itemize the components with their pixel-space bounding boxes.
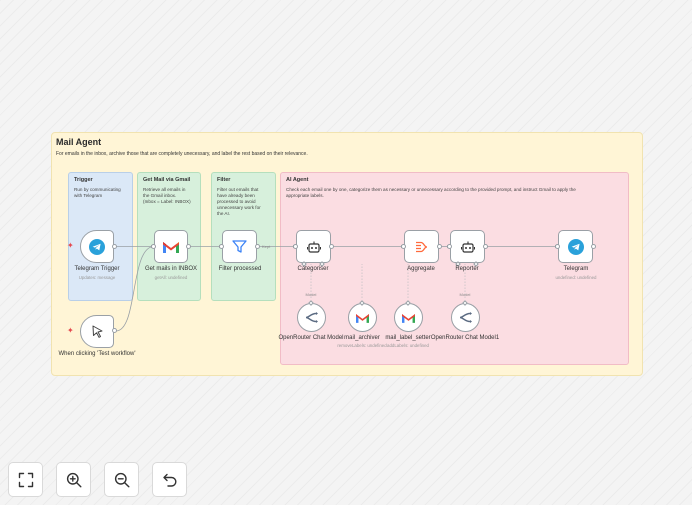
- node-manual-trigger[interactable]: [80, 315, 114, 348]
- trigger-bolt-icon: ✦: [67, 241, 74, 250]
- gmail-icon: [356, 313, 369, 323]
- filter-icon: [232, 240, 247, 253]
- zoom-in-button[interactable]: [56, 462, 91, 497]
- input-port[interactable]: [447, 244, 452, 249]
- model-tag: Model: [459, 292, 471, 297]
- node-reporter[interactable]: [450, 230, 485, 263]
- node-label: Filter processed: [218, 266, 262, 272]
- aggregate-icon: [415, 241, 427, 252]
- edge-label-kept: Kept: [262, 244, 271, 249]
- fit-view-icon: [18, 472, 33, 487]
- undo-button[interactable]: [152, 462, 187, 497]
- node-telegram[interactable]: [558, 230, 593, 263]
- openrouter-icon: [305, 312, 318, 323]
- output-port[interactable]: [255, 244, 260, 249]
- node-mail-label-setter[interactable]: [394, 303, 423, 332]
- openrouter-icon: [459, 312, 472, 323]
- input-port[interactable]: [151, 244, 156, 249]
- output-port[interactable]: [112, 328, 117, 333]
- gmail-icon: [402, 313, 415, 323]
- node-subtitle: undefined: undefined: [555, 275, 597, 280]
- zoom-out-button[interactable]: [104, 462, 139, 497]
- robot-icon: [306, 241, 321, 253]
- node-label: Telegram Trigger: [74, 266, 120, 272]
- input-port[interactable]: [555, 244, 560, 249]
- node-subtitle: addLabels: undefined: [387, 343, 429, 348]
- node-filter-processed[interactable]: [222, 230, 257, 263]
- node-subtitle: Updates: message: [78, 275, 116, 280]
- output-port[interactable]: [483, 244, 488, 249]
- output-port[interactable]: [591, 244, 596, 249]
- robot-icon: [460, 241, 475, 253]
- node-categoriser[interactable]: [296, 230, 331, 263]
- node-telegram-trigger[interactable]: [80, 230, 114, 263]
- node-openrouter-chat-model[interactable]: [297, 303, 326, 332]
- telegram-icon: [567, 238, 584, 255]
- node-label: OpenRouter Chat Model1: [430, 335, 500, 341]
- undo-icon: [162, 473, 177, 487]
- output-port[interactable]: [437, 244, 442, 249]
- node-subtitle: getAll: undefined: [154, 275, 188, 280]
- input-port[interactable]: [401, 244, 406, 249]
- output-port[interactable]: [329, 244, 334, 249]
- node-label: Categoriser: [297, 266, 329, 272]
- telegram-icon: [89, 238, 105, 255]
- input-port[interactable]: [293, 244, 298, 249]
- output-port[interactable]: [186, 244, 191, 249]
- node-label: Get mails in INBOX: [144, 266, 197, 272]
- node-get-mails[interactable]: [154, 230, 188, 263]
- cursor-icon: [92, 325, 102, 338]
- node-label: When clicking 'Test workflow': [58, 351, 136, 357]
- input-port[interactable]: [219, 244, 224, 249]
- node-openrouter-chat-model1[interactable]: [451, 303, 480, 332]
- output-port[interactable]: [112, 244, 117, 249]
- model-tag: Model: [305, 292, 317, 297]
- node-label: Telegram: [563, 266, 589, 272]
- fit-view-button[interactable]: [8, 462, 43, 497]
- node-aggregate[interactable]: [404, 230, 439, 263]
- zoom-in-icon: [66, 472, 81, 487]
- node-mail-archiver[interactable]: [348, 303, 377, 332]
- gmail-icon: [163, 241, 179, 253]
- zoom-out-icon: [114, 472, 129, 487]
- edge-manual-to-gmail: [115, 246, 155, 332]
- trigger-bolt-icon: ✦: [67, 326, 74, 335]
- node-label: Reporter: [455, 266, 479, 272]
